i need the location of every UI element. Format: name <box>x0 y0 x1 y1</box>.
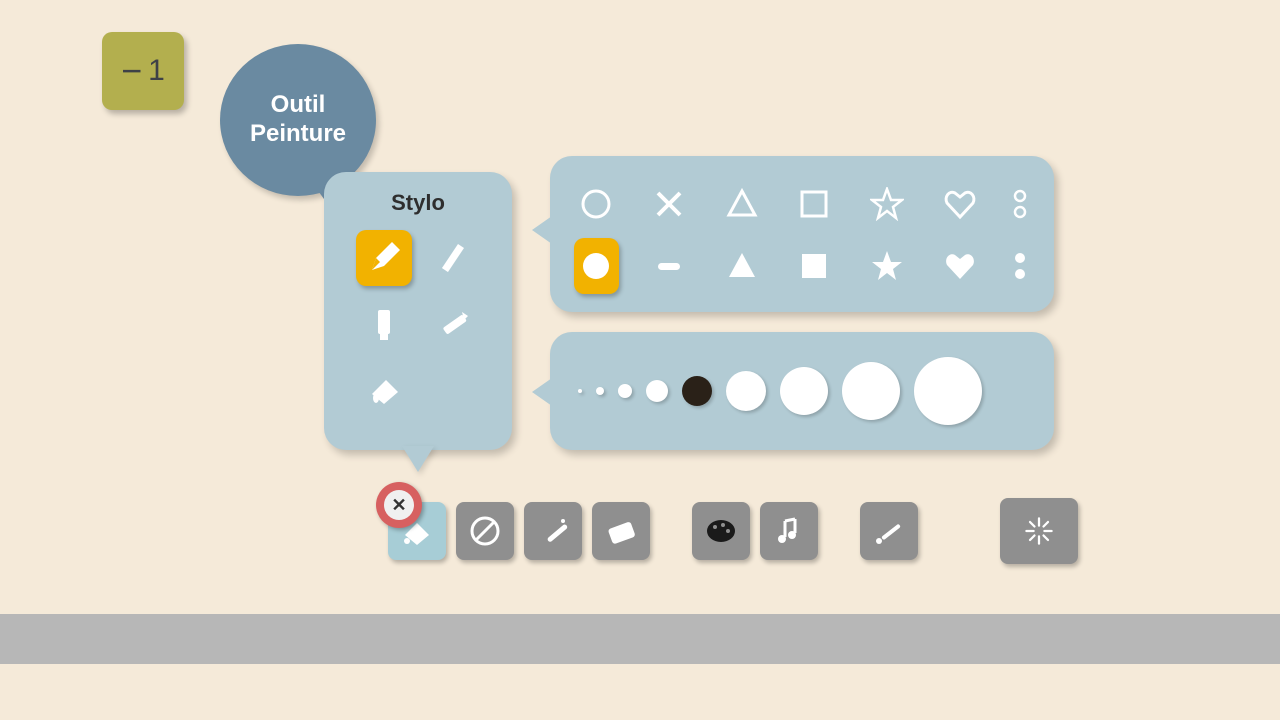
shape-triangle-filled[interactable] <box>719 238 764 294</box>
shapes-filled-row <box>574 238 1030 294</box>
bottom-bar <box>0 614 1280 664</box>
size-dot-8[interactable] <box>914 357 982 425</box>
stylo-marker[interactable] <box>356 296 412 352</box>
tool-sparkle[interactable] <box>1000 498 1078 564</box>
shape-x-outline[interactable] <box>647 176 692 232</box>
stylo-pencil[interactable] <box>356 230 412 286</box>
pen-icon <box>432 238 472 278</box>
heart-filled-icon <box>943 249 977 283</box>
shape-triangle-outline[interactable] <box>719 176 764 232</box>
sparkle-icon <box>1021 513 1057 549</box>
size-dot-2[interactable] <box>618 384 632 398</box>
size-dot-0[interactable] <box>578 389 582 393</box>
marker-icon <box>364 304 404 344</box>
tool-brush[interactable] <box>860 502 918 560</box>
shapes-panel <box>550 156 1054 312</box>
square-outline-icon <box>797 187 831 221</box>
square-filled-icon <box>797 249 831 283</box>
close-icon: ✕ <box>384 490 414 520</box>
level-number: 1 <box>148 54 165 88</box>
shape-square-outline[interactable] <box>792 176 837 232</box>
stylo-panel: Stylo <box>324 172 512 450</box>
size-dot-5[interactable] <box>726 371 766 411</box>
size-dot-1[interactable] <box>596 387 604 395</box>
triangle-filled-icon <box>725 249 759 283</box>
close-pin[interactable]: ✕ <box>376 482 422 528</box>
tool-eraser[interactable] <box>592 502 650 560</box>
bottom-toolbar: ✕ <box>388 498 1078 564</box>
bucket-icon <box>364 370 404 410</box>
eraser-icon <box>603 513 639 549</box>
tool-music[interactable] <box>760 502 818 560</box>
shape-dots-outline[interactable] <box>1010 176 1030 232</box>
tool-label-line1: Outil <box>271 91 326 118</box>
no-tool-icon <box>467 513 503 549</box>
tool-paint-bucket[interactable]: ✕ <box>388 502 446 560</box>
shape-circle-outline[interactable] <box>574 176 619 232</box>
shape-square-filled[interactable] <box>792 238 837 294</box>
music-icon <box>771 513 807 549</box>
dots-outline-icon <box>1010 187 1030 221</box>
circle-outline-icon <box>579 187 613 221</box>
shape-star-filled[interactable] <box>865 238 910 294</box>
shape-dash-filled[interactable] <box>647 238 692 294</box>
heart-outline-icon <box>943 187 977 221</box>
shape-heart-outline[interactable] <box>937 176 982 232</box>
x-icon <box>652 187 686 221</box>
size-dot-4[interactable] <box>682 376 712 406</box>
minus-icon: − <box>121 50 142 92</box>
star-filled-icon <box>870 249 904 283</box>
shapes-outline-row <box>574 176 1030 232</box>
level-badge: − 1 <box>102 32 184 110</box>
stylo-title: Stylo <box>342 190 494 216</box>
dash-icon <box>652 249 686 283</box>
size-dot-3[interactable] <box>646 380 668 402</box>
shape-dots-filled[interactable] <box>1010 238 1030 294</box>
tool-wand[interactable] <box>524 502 582 560</box>
circle-filled-icon <box>579 249 613 283</box>
tool-label-line2: Peinture <box>250 120 346 147</box>
crayon-icon <box>432 304 472 344</box>
pencil-icon <box>364 238 404 278</box>
tool-none[interactable] <box>456 502 514 560</box>
triangle-outline-icon <box>725 187 759 221</box>
star-outline-icon <box>870 187 904 221</box>
stylo-pen[interactable] <box>424 230 480 286</box>
shape-star-outline[interactable] <box>865 176 910 232</box>
brush-icon <box>871 513 907 549</box>
shape-heart-filled[interactable] <box>937 238 982 294</box>
wand-icon <box>535 513 571 549</box>
shape-circle-filled[interactable] <box>574 238 619 294</box>
palette-icon <box>703 513 739 549</box>
tool-palette[interactable] <box>692 502 750 560</box>
size-dot-6[interactable] <box>780 367 828 415</box>
size-panel <box>550 332 1054 450</box>
stylo-crayon[interactable] <box>424 296 480 352</box>
stylo-bucket[interactable] <box>356 362 412 418</box>
size-dot-7[interactable] <box>842 362 900 420</box>
dots-filled-icon <box>1010 249 1030 283</box>
